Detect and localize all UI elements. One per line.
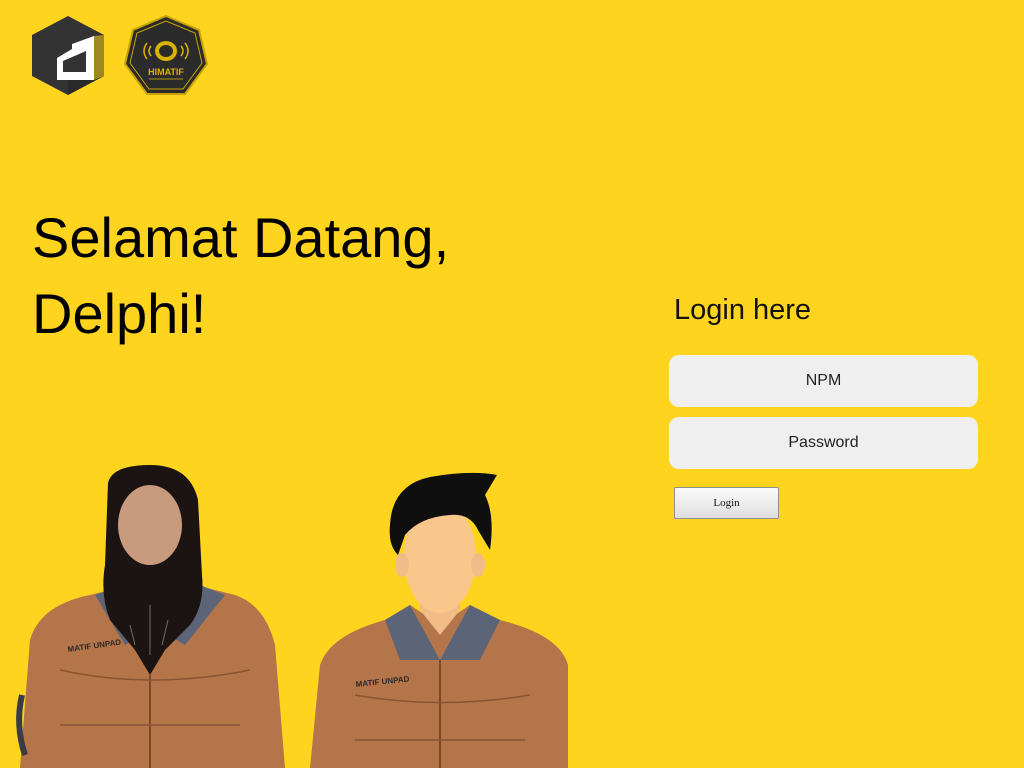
student-left: MATIF UNPAD [16, 465, 285, 768]
welcome-line-1: Selamat Datang, [32, 206, 450, 269]
password-input[interactable] [669, 417, 978, 469]
welcome-line-2: Delphi! [32, 282, 207, 345]
login-page: HIMATIF Selamat Datang, Delphi! Login he… [0, 0, 1024, 768]
login-title: Login here [674, 294, 812, 326]
student-right: MATIF UNPAD [310, 472, 568, 768]
himatif-badge-logo-icon: HIMATIF [123, 14, 209, 95]
delphi-cube-logo-icon [32, 16, 104, 95]
npm-input[interactable] [669, 355, 978, 407]
welcome-heading: Selamat Datang, Delphi! [32, 200, 449, 352]
login-button[interactable]: Login [674, 487, 779, 519]
badge-text: HIMATIF [148, 67, 184, 77]
students-illustration: MATIF UNPAD MATIF UNPAD [16, 465, 568, 768]
